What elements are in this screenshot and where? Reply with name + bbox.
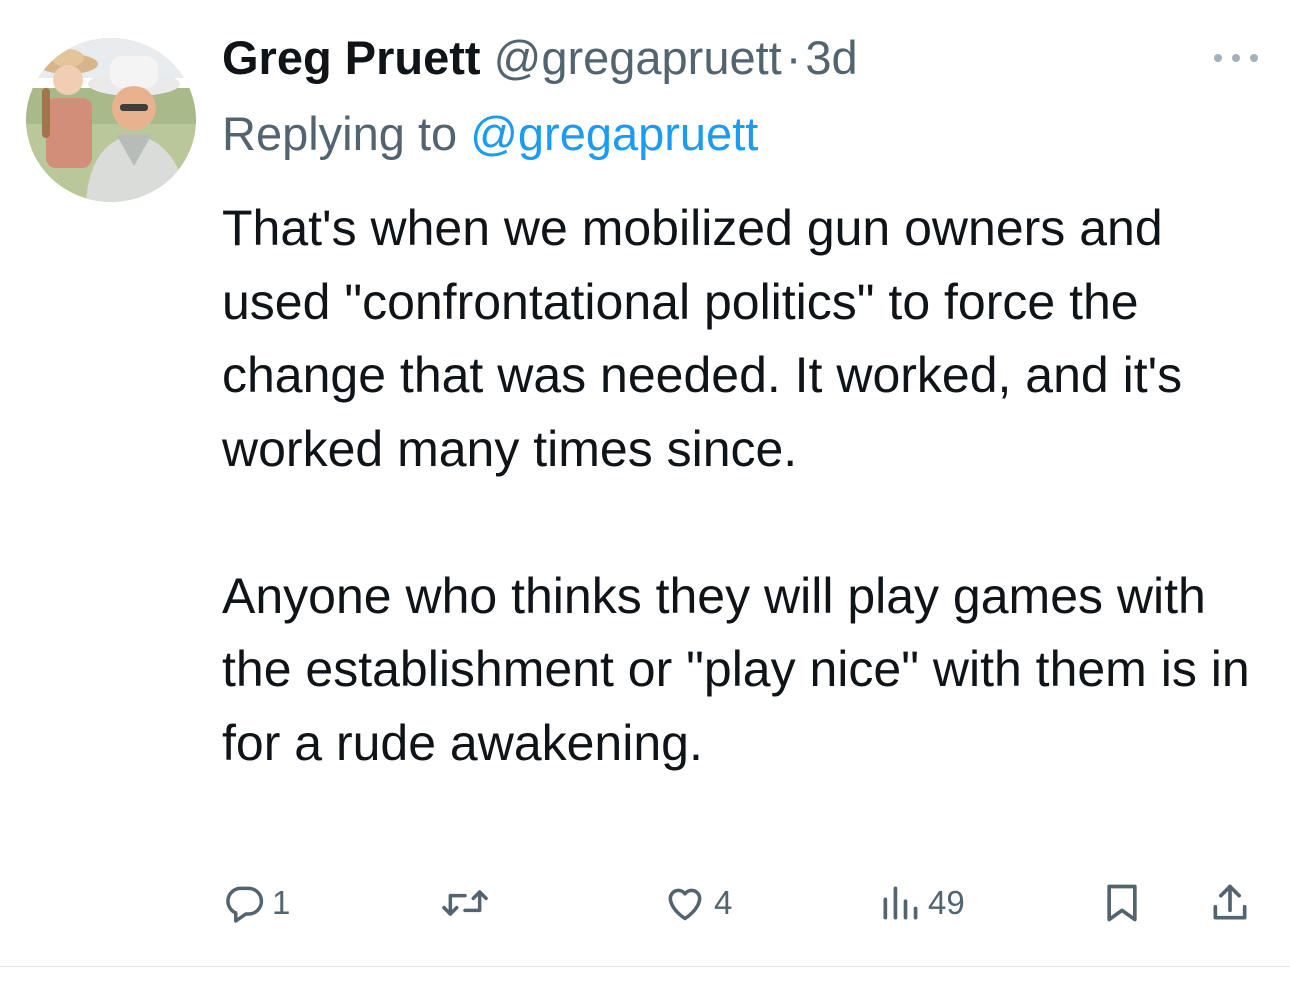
like-count: 4 [714, 884, 733, 921]
share-button[interactable] [1208, 868, 1252, 938]
replying-to-label: Replying to [222, 107, 471, 160]
divider [0, 966, 1290, 967]
replying-to-mention[interactable]: @gregapruett [470, 107, 758, 160]
tweet[interactable]: Greg Pruett @gregapruett·3d Replying to … [0, 0, 1290, 966]
more-icon[interactable] [1212, 48, 1262, 68]
retweet-button[interactable] [440, 868, 496, 938]
tweet-paragraph: That's when we mobilized gun owners and … [222, 200, 1183, 477]
display-name[interactable]: Greg Pruett [222, 31, 481, 84]
bookmark-button[interactable] [1100, 868, 1144, 938]
like-button[interactable]: 4 [662, 868, 732, 938]
tweet-text: That's when we mobilized gun owners and … [222, 192, 1272, 780]
views-button[interactable]: 49 [878, 868, 965, 938]
user-handle[interactable]: @gregapruett [494, 31, 782, 84]
share-icon [1213, 884, 1247, 920]
reply-icon [226, 886, 264, 923]
timestamp[interactable]: 3d [805, 31, 857, 84]
reply-count: 1 [272, 884, 291, 921]
action-bar: 1 4 49 [0, 868, 1290, 938]
separator-dot: · [785, 31, 802, 84]
views-icon [883, 886, 918, 920]
reply-button[interactable]: 1 [222, 868, 290, 938]
replying-to: Replying to @gregapruett [222, 104, 758, 164]
views-count: 49 [928, 884, 965, 921]
bookmark-icon [1107, 884, 1137, 922]
heart-icon [668, 888, 702, 921]
avatar[interactable] [26, 38, 196, 202]
tweet-paragraph: Anyone who thinks they will play games w… [222, 567, 1250, 771]
tweet-header: Greg Pruett @gregapruett·3d [222, 28, 858, 88]
retweet-icon [442, 890, 488, 916]
